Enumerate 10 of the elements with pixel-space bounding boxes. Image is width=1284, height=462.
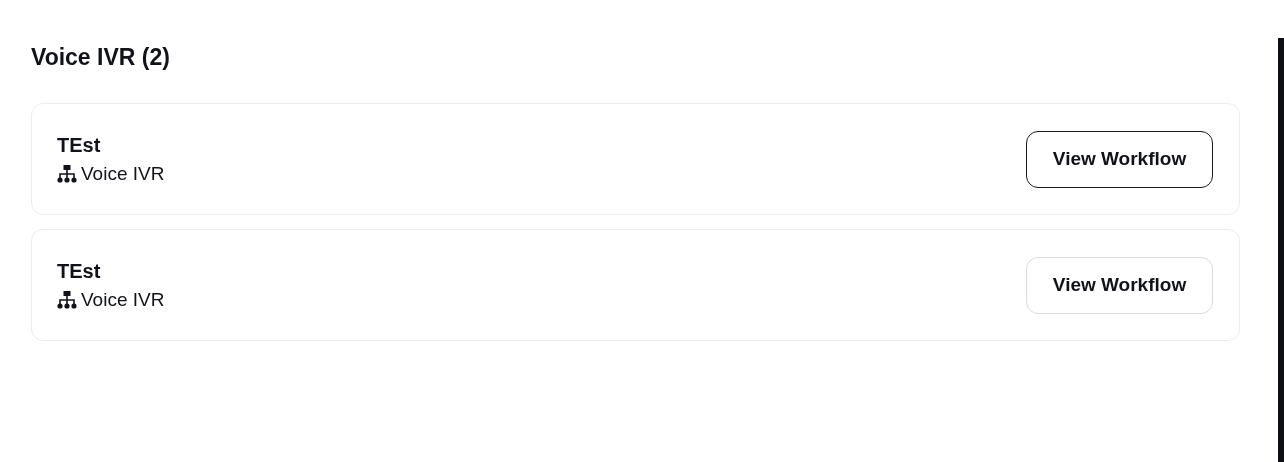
workflow-type: Voice IVR	[81, 162, 165, 186]
hierarchy-icon	[57, 291, 77, 309]
workflow-type: Voice IVR	[81, 288, 165, 312]
workflow-name: TEst	[57, 133, 102, 158]
section-title: Voice IVR (2)	[31, 43, 171, 72]
hierarchy-icon	[57, 165, 77, 183]
workflow-name: TEst	[57, 259, 102, 284]
scrollbar[interactable]	[1278, 38, 1284, 462]
view-workflow-button[interactable]: View Workflow	[1026, 256, 1213, 314]
view-workflow-button[interactable]: View Workflow	[1026, 130, 1213, 188]
